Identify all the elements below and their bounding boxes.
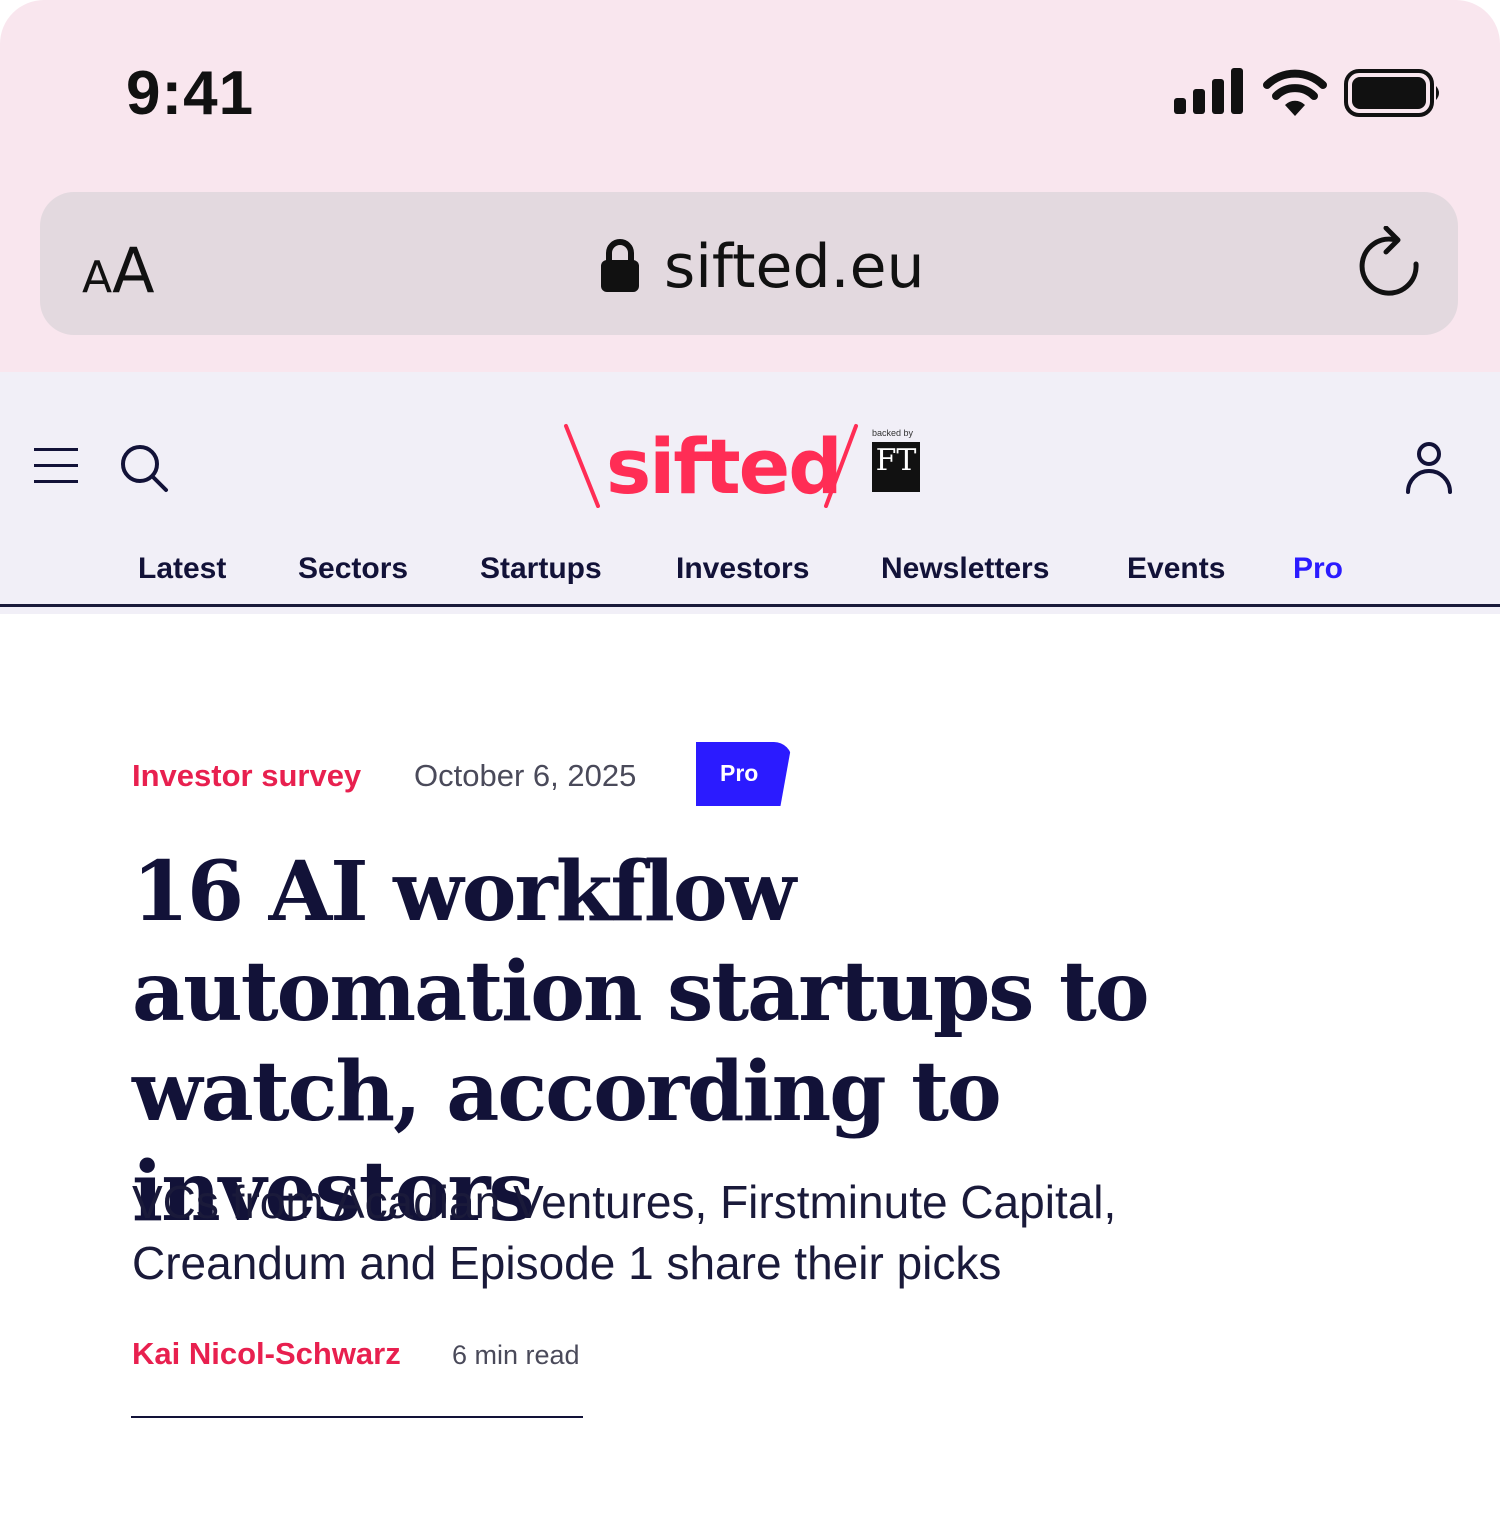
ft-logo: FT [872,442,920,492]
nav-pro[interactable]: Pro [1293,552,1343,586]
address-bar[interactable]: AA sifted.eu [40,192,1458,335]
byline-divider [131,1416,583,1418]
pro-badge-label: Pro [720,760,759,786]
nav-latest[interactable]: Latest [138,552,226,586]
search-icon[interactable] [118,442,170,494]
text-size-small-label: A [82,252,113,303]
article-category-link[interactable]: Investor survey [132,758,361,794]
battery-icon [1344,69,1439,117]
author-link[interactable]: Kai Nicol-Schwarz [132,1336,401,1372]
nav-investors[interactable]: Investors [676,552,809,586]
reload-icon[interactable] [1358,226,1424,302]
article-standfirst: VCs from Acadian Ventures, Firstminute C… [132,1176,1117,1289]
read-time: 6 min read [452,1340,580,1370]
pro-badge: Pro [696,742,792,806]
status-time: 9:41 [126,59,255,128]
nav-startups[interactable]: Startups [480,552,602,586]
nav-newsletters[interactable]: Newsletters [881,552,1049,586]
nav-events[interactable]: Events [1127,552,1225,586]
site-header: sifted backed by FT Latest Sectors Start… [0,372,1500,614]
account-icon[interactable] [1404,440,1454,496]
logo-right-slash [824,424,858,508]
sifted-logo[interactable]: sifted backed by FT [560,422,926,511]
primary-nav: Latest Sectors Startups Investors Newsle… [0,548,1500,604]
phone-screen: 9:41 AA sifted.eu sifted backed by FT La… [0,0,1500,1539]
text-size-button[interactable]: AA [82,234,155,307]
logo-left-slash [564,424,600,508]
menu-icon[interactable] [30,444,80,488]
logo-wordmark: sifted [606,422,843,511]
article-date: October 6, 2025 [414,758,637,793]
url-text[interactable]: sifted.eu [664,232,925,302]
cellular-signal-icon [1174,68,1243,114]
browser-chrome: 9:41 AA sifted.eu [0,0,1500,372]
nav-sectors[interactable]: Sectors [298,552,408,586]
text-size-large-label: A [112,234,155,307]
nav-divider [0,604,1500,607]
backed-by-label: backed by [872,428,914,438]
article-meta: Investor survey October 6, 2025 Pro [132,742,1132,806]
lock-icon [601,239,639,292]
wifi-icon [1263,69,1327,116]
